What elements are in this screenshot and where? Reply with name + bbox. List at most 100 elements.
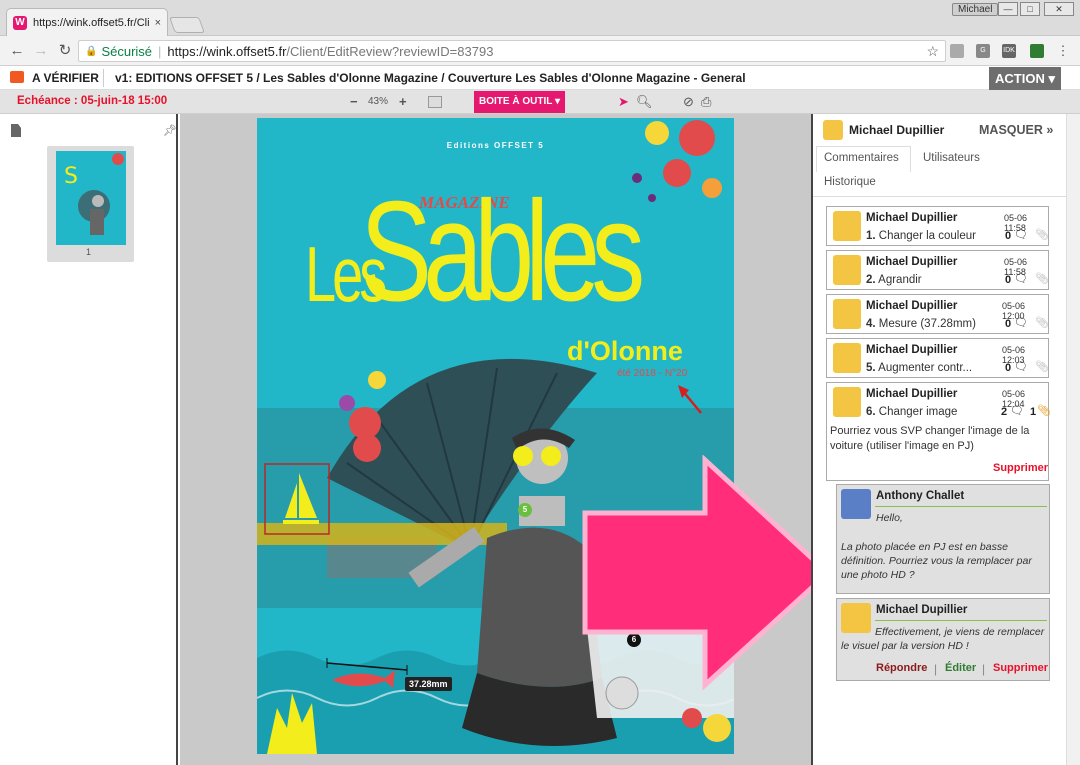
speech-bubble-icon: 🗨︎ xyxy=(1014,361,1028,373)
search-icon[interactable]: 🔍︎ xyxy=(636,94,653,110)
address-bar: ← → ↻ 🔒 Sécurisé | https://wink.offset5.… xyxy=(0,36,1080,66)
print-icon[interactable]: ⎙ xyxy=(701,94,711,110)
browser-tab[interactable]: W https://wink.offset5.fr/Clien × xyxy=(6,8,168,36)
back-icon[interactable]: ← xyxy=(8,42,26,60)
reply-author: Michael Dupillier xyxy=(876,604,968,616)
comment-status-icon xyxy=(10,71,24,83)
minimize-icon[interactable]: — xyxy=(998,2,1018,16)
tab-users[interactable]: Utilisateurs xyxy=(923,152,980,164)
cover-title-sables: Sables xyxy=(360,170,645,331)
reply-link[interactable]: Répondre xyxy=(876,662,927,674)
reply-item: Michael Dupillier Effectivement, je vien… xyxy=(836,598,1050,681)
highlight-arrow-icon xyxy=(582,455,832,690)
comment-label: Augmenter contr... xyxy=(878,362,973,374)
reply-count: 0 xyxy=(1005,362,1012,374)
pointer-tool-icon[interactable]: ➤ xyxy=(618,94,629,110)
browser-user-badge[interactable]: Michael xyxy=(952,3,999,16)
status-label[interactable]: A VÉRIFIER xyxy=(32,71,99,85)
svg-text:S: S xyxy=(64,164,78,189)
comment-label: Changer la couleur xyxy=(878,230,976,242)
reply-greeting: Hello, xyxy=(876,512,903,524)
close-window-icon[interactable]: ✕ xyxy=(1044,2,1074,16)
tab-history[interactable]: Historique xyxy=(824,176,876,188)
comment-label: Changer image xyxy=(878,406,958,418)
forward-icon[interactable]: → xyxy=(32,42,50,60)
extension-icon[interactable] xyxy=(950,44,964,58)
toolbox-dropdown[interactable]: BOITE À OUTIL ▾ xyxy=(474,91,565,113)
scrollbar[interactable] xyxy=(1066,114,1080,765)
avatar xyxy=(833,211,861,241)
reply-count: 2 xyxy=(1001,406,1008,418)
document-icon xyxy=(11,124,21,137)
url-input[interactable]: 🔒 Sécurisé | https://wink.offset5.fr/Cli… xyxy=(78,40,946,62)
comment-item[interactable]: Michael Dupillier 05-06 11:58 1. Changer… xyxy=(826,206,1049,246)
annotation-pin-5[interactable]: 5 xyxy=(518,503,532,517)
link-separator: | xyxy=(934,662,938,676)
comment-item-expanded[interactable]: Michael Dupillier 05-06 12:04 6. Changer… xyxy=(826,382,1051,481)
comment-body: Pourriez vous SVP changer l'image de la … xyxy=(830,425,1030,452)
extension-icon[interactable] xyxy=(1030,44,1044,58)
avatar xyxy=(841,489,871,519)
paperclip-icon: 📎︎ xyxy=(1035,317,1049,329)
delete-link[interactable]: Supprimer xyxy=(993,662,1048,674)
comment-number: 5. xyxy=(866,362,876,374)
attachment-count: 1 xyxy=(1030,406,1037,418)
page-thumbnail-image[interactable]: S xyxy=(56,151,126,245)
comment-item[interactable]: Michael Dupillier 05-06 12:00 4. Mesure … xyxy=(826,294,1049,334)
delete-link[interactable]: Supprimer xyxy=(993,462,1048,474)
zoom-level: 43% xyxy=(368,96,389,107)
hide-annotations-icon[interactable]: ⊘ xyxy=(683,94,694,110)
zoom-in-button[interactable]: + xyxy=(399,94,407,109)
avatar xyxy=(833,343,861,373)
reply-text: La photo placée en PJ est en basse défin… xyxy=(841,541,1032,581)
hide-panel-button[interactable]: MASQUER » xyxy=(979,123,1053,137)
reload-icon[interactable]: ↻ xyxy=(56,42,74,60)
tab-comments-label[interactable]: Commentaires xyxy=(824,152,899,164)
bookmark-star-icon[interactable]: ☆ xyxy=(926,43,939,60)
url-path: /Client/EditReview?reviewID=83793 xyxy=(286,43,494,59)
url-host: https://wink.offset5.fr xyxy=(167,43,287,59)
speech-bubble-icon: 🗨︎ xyxy=(1014,273,1028,285)
reply-count: 0 xyxy=(1005,274,1012,286)
deadline-label: Echéance : 05-juin-18 15:00 xyxy=(17,95,168,107)
speech-bubble-icon: 🗨︎ xyxy=(1014,317,1028,329)
comment-number: 6. xyxy=(866,406,876,418)
cover-title-olonne: d'Olonne xyxy=(567,336,683,366)
paperclip-icon[interactable]: 📎︎ xyxy=(1037,404,1051,417)
tab-divider xyxy=(813,196,1066,197)
app-header: A VÉRIFIER v1: EDITIONS OFFSET 5 / Les S… xyxy=(0,66,1080,90)
pin-icon[interactable]: 📌︎ xyxy=(163,124,177,137)
page-number: 1 xyxy=(86,247,92,257)
reply-divider xyxy=(875,506,1047,507)
avatar xyxy=(833,255,861,285)
tab-close-icon[interactable]: × xyxy=(155,17,161,29)
comment-item[interactable]: Michael Dupillier 05-06 12:03 5. Augment… xyxy=(826,338,1049,378)
maximize-icon[interactable]: □ xyxy=(1020,2,1040,16)
zoom-out-button[interactable]: − xyxy=(350,94,358,109)
extension-icon[interactable]: G xyxy=(976,44,990,58)
tab-title: https://wink.offset5.fr/Clien xyxy=(33,16,149,29)
comment-label: Mesure (37.28mm) xyxy=(878,318,976,330)
measure-label[interactable]: 37.28mm xyxy=(405,677,452,691)
hide-label: MASQUER xyxy=(979,123,1043,137)
comment-author: Michael Dupillier xyxy=(866,256,958,268)
reply-count: 0 xyxy=(1005,230,1012,242)
paperclip-icon: 📎︎ xyxy=(1035,361,1049,373)
edit-link[interactable]: Éditer xyxy=(945,662,976,674)
cover-publisher: Editions OFFSET 5 xyxy=(446,141,545,150)
extension-icon[interactable]: IDK xyxy=(1002,44,1016,58)
speech-bubble-icon: 🗨︎ xyxy=(1014,229,1028,241)
paperclip-icon: 📎︎ xyxy=(1035,229,1049,241)
comment-author: Michael Dupillier xyxy=(866,300,958,312)
reply-author: Anthony Challet xyxy=(876,490,965,502)
pages-view-icon[interactable] xyxy=(428,96,442,108)
comment-author: Michael Dupillier xyxy=(866,344,958,356)
new-tab-button[interactable] xyxy=(169,17,205,33)
comment-item[interactable]: Michael Dupillier 05-06 11:58 2. Agrandi… xyxy=(826,250,1049,290)
action-button[interactable]: ACTION ▾ xyxy=(989,67,1061,90)
comment-number: 1. xyxy=(866,230,876,242)
reply-item: Anthony Challet Hello, La photo placée e… xyxy=(836,484,1050,594)
menu-kebab-icon[interactable]: ⋮ xyxy=(1054,42,1072,60)
paperclip-icon: 📎︎ xyxy=(1035,273,1049,285)
cover-issue: été 2018 - N°20 xyxy=(617,368,688,379)
